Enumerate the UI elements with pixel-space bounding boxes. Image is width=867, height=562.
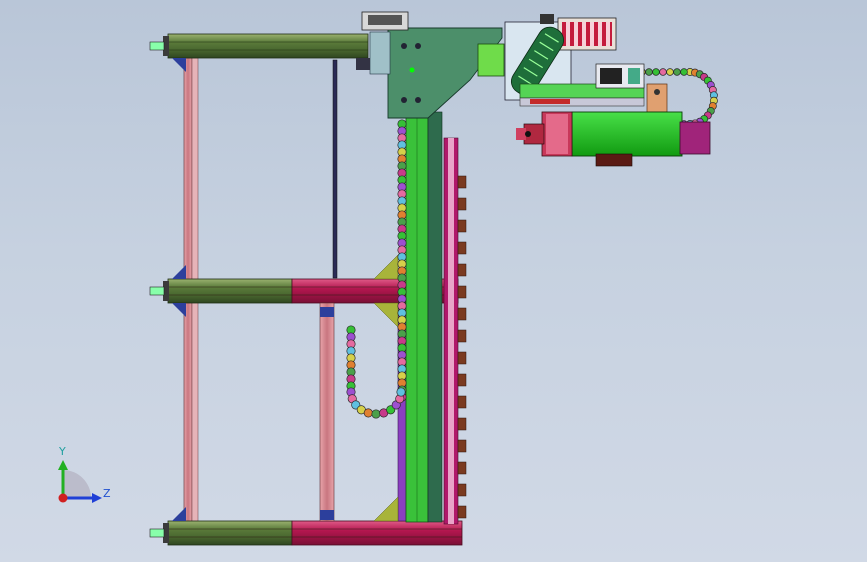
rack-tooth xyxy=(457,219,467,233)
coordinate-triad: Y Z xyxy=(58,445,111,503)
z-axis-arrow xyxy=(92,493,102,503)
chain-link xyxy=(363,408,373,418)
motor-end-cap xyxy=(679,121,711,155)
olive-gusset-bottom xyxy=(373,496,399,522)
rack-tooth xyxy=(457,461,467,475)
top-beam-bolt xyxy=(149,41,165,51)
olive-gusset-top xyxy=(373,254,399,280)
top-beam xyxy=(149,33,369,59)
chain-link xyxy=(371,409,381,419)
chain-link xyxy=(666,68,674,76)
bottom-beam xyxy=(149,520,463,546)
coupler xyxy=(369,31,391,75)
rack-tooth xyxy=(457,483,467,497)
y-axis-arrow xyxy=(58,460,68,470)
triad-origin xyxy=(58,493,68,503)
rack-tooth xyxy=(457,241,467,255)
lower-left-rail xyxy=(319,302,335,522)
bracket-mid-top xyxy=(172,265,186,279)
column-dark-rail xyxy=(427,111,443,523)
bracket-bottom xyxy=(172,507,186,521)
olive-gusset-mid xyxy=(373,302,399,328)
y-axis-label: Y xyxy=(58,445,66,458)
rack-tooth xyxy=(457,285,467,299)
spindle-motor xyxy=(571,111,683,157)
z-axis-column xyxy=(373,111,467,525)
middle-beam-bolt xyxy=(149,286,165,296)
chain-link xyxy=(396,387,406,397)
rack-tooth xyxy=(457,373,467,387)
rack-tooth xyxy=(457,329,467,343)
chain-link xyxy=(680,68,688,76)
machine-drawing: Y Z xyxy=(58,11,718,546)
rack-tooth xyxy=(457,197,467,211)
top-carriage xyxy=(356,11,505,119)
rack-tooth xyxy=(457,395,467,409)
triad-plane-arc xyxy=(63,470,91,498)
spindle-head xyxy=(504,14,711,167)
bottom-beam-bolt xyxy=(149,528,165,538)
rack-teeth xyxy=(457,175,467,519)
belt-teeth xyxy=(562,22,612,46)
z-axis-label: Z xyxy=(103,487,111,500)
chain-link xyxy=(659,68,667,76)
rack-tooth xyxy=(457,263,467,277)
rack-tooth xyxy=(457,307,467,321)
rack-tooth xyxy=(457,175,467,189)
chain-link xyxy=(673,68,681,76)
rack-tooth xyxy=(457,439,467,453)
chain-mount-orange xyxy=(646,83,668,113)
chain-link xyxy=(652,68,660,76)
bracket-mid-bot xyxy=(172,303,186,317)
cad-viewport[interactable]: Y Z xyxy=(0,0,867,562)
rack-tooth xyxy=(457,505,467,519)
rack-tooth xyxy=(457,417,467,431)
inner-vertical-rod xyxy=(332,59,338,279)
rack-tooth xyxy=(457,351,467,365)
chain-link xyxy=(645,68,653,76)
green-slider-block xyxy=(477,43,505,77)
